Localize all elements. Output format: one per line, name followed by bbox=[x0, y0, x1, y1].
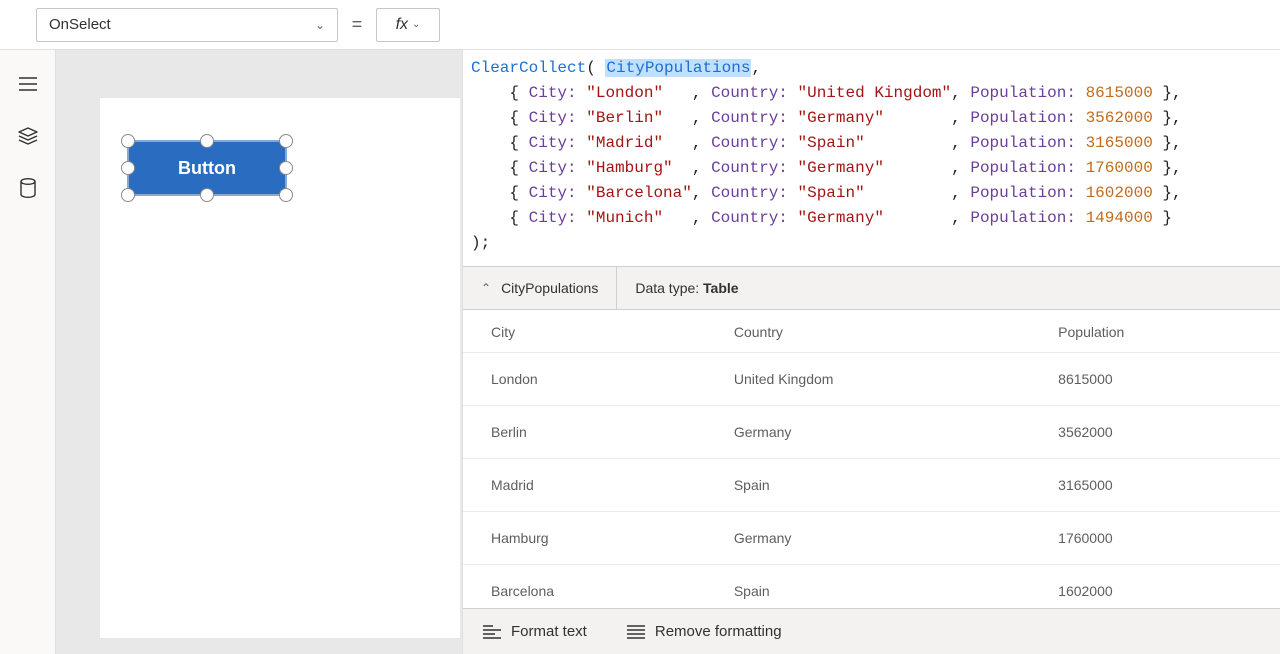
chevron-down-icon: ⌄ bbox=[315, 18, 325, 32]
formula-editor-panel: ClearCollect( CityPopulations, { City: "… bbox=[462, 50, 1280, 654]
resize-handle[interactable] bbox=[279, 188, 293, 202]
table-cell: Germany bbox=[706, 406, 1030, 459]
data-type-label: Data type: Table bbox=[617, 280, 756, 296]
result-table: City Country Population LondonUnited Kin… bbox=[463, 310, 1280, 608]
table-cell: Madrid bbox=[463, 459, 706, 512]
table-cell: Germany bbox=[706, 512, 1030, 565]
canvas-button-label: Button bbox=[178, 158, 236, 179]
table-cell: 8615000 bbox=[1030, 353, 1280, 406]
result-header: ⌃ CityPopulations Data type: Table bbox=[463, 266, 1280, 310]
editor-footer: Format text Remove formatting bbox=[463, 608, 1280, 654]
column-header[interactable]: City bbox=[463, 310, 706, 353]
layers-icon[interactable] bbox=[18, 126, 38, 146]
format-text-button[interactable]: Format text bbox=[483, 623, 587, 640]
resize-handle[interactable] bbox=[200, 188, 214, 202]
fx-label: fx bbox=[396, 16, 408, 34]
resize-handle[interactable] bbox=[279, 134, 293, 148]
column-header[interactable]: Population bbox=[1030, 310, 1280, 353]
table-cell: 1602000 bbox=[1030, 565, 1280, 609]
remove-formatting-icon bbox=[627, 625, 645, 639]
table-cell: Berlin bbox=[463, 406, 706, 459]
resize-handle[interactable] bbox=[121, 161, 135, 175]
chevron-up-icon: ⌃ bbox=[481, 281, 491, 295]
chevron-down-icon: ⌄ bbox=[412, 19, 420, 30]
format-text-icon bbox=[483, 625, 501, 639]
table-row[interactable]: MadridSpain3165000 bbox=[463, 459, 1280, 512]
table-cell: United Kingdom bbox=[706, 353, 1030, 406]
collection-toggle[interactable]: ⌃ CityPopulations bbox=[463, 267, 617, 309]
table-cell: Hamburg bbox=[463, 512, 706, 565]
fx-button[interactable]: fx ⌄ bbox=[376, 8, 440, 42]
column-header[interactable]: Country bbox=[706, 310, 1030, 353]
table-row[interactable]: LondonUnited Kingdom8615000 bbox=[463, 353, 1280, 406]
resize-handle[interactable] bbox=[121, 188, 135, 202]
remove-formatting-button[interactable]: Remove formatting bbox=[627, 623, 782, 640]
property-selector[interactable]: OnSelect ⌄ bbox=[36, 8, 338, 42]
resize-handle[interactable] bbox=[200, 134, 214, 148]
equals-label: = bbox=[338, 14, 376, 35]
table-cell: Spain bbox=[706, 565, 1030, 609]
formula-bar: OnSelect ⌄ = fx ⌄ bbox=[0, 0, 1280, 50]
collection-name-label: CityPopulations bbox=[501, 280, 598, 296]
formula-editor[interactable]: ClearCollect( CityPopulations, { City: "… bbox=[463, 50, 1280, 266]
resize-handle[interactable] bbox=[121, 134, 135, 148]
table-cell: 3165000 bbox=[1030, 459, 1280, 512]
app-canvas[interactable]: Button bbox=[100, 98, 460, 638]
table-row[interactable]: BerlinGermany3562000 bbox=[463, 406, 1280, 459]
resize-handle[interactable] bbox=[279, 161, 293, 175]
database-icon[interactable] bbox=[18, 178, 38, 198]
property-selector-value: OnSelect bbox=[49, 16, 111, 33]
hamburger-icon[interactable] bbox=[18, 74, 38, 94]
table-row[interactable]: HamburgGermany1760000 bbox=[463, 512, 1280, 565]
table-row[interactable]: BarcelonaSpain1602000 bbox=[463, 565, 1280, 609]
table-cell: 3562000 bbox=[1030, 406, 1280, 459]
table-header-row: City Country Population bbox=[463, 310, 1280, 353]
table-cell: London bbox=[463, 353, 706, 406]
table-cell: Barcelona bbox=[463, 565, 706, 609]
result-table-container: City Country Population LondonUnited Kin… bbox=[463, 310, 1280, 608]
table-cell: Spain bbox=[706, 459, 1030, 512]
canvas-button-control[interactable]: Button bbox=[127, 140, 287, 196]
canvas-panel: Button bbox=[56, 50, 462, 654]
table-cell: 1760000 bbox=[1030, 512, 1280, 565]
left-rail bbox=[0, 50, 56, 654]
